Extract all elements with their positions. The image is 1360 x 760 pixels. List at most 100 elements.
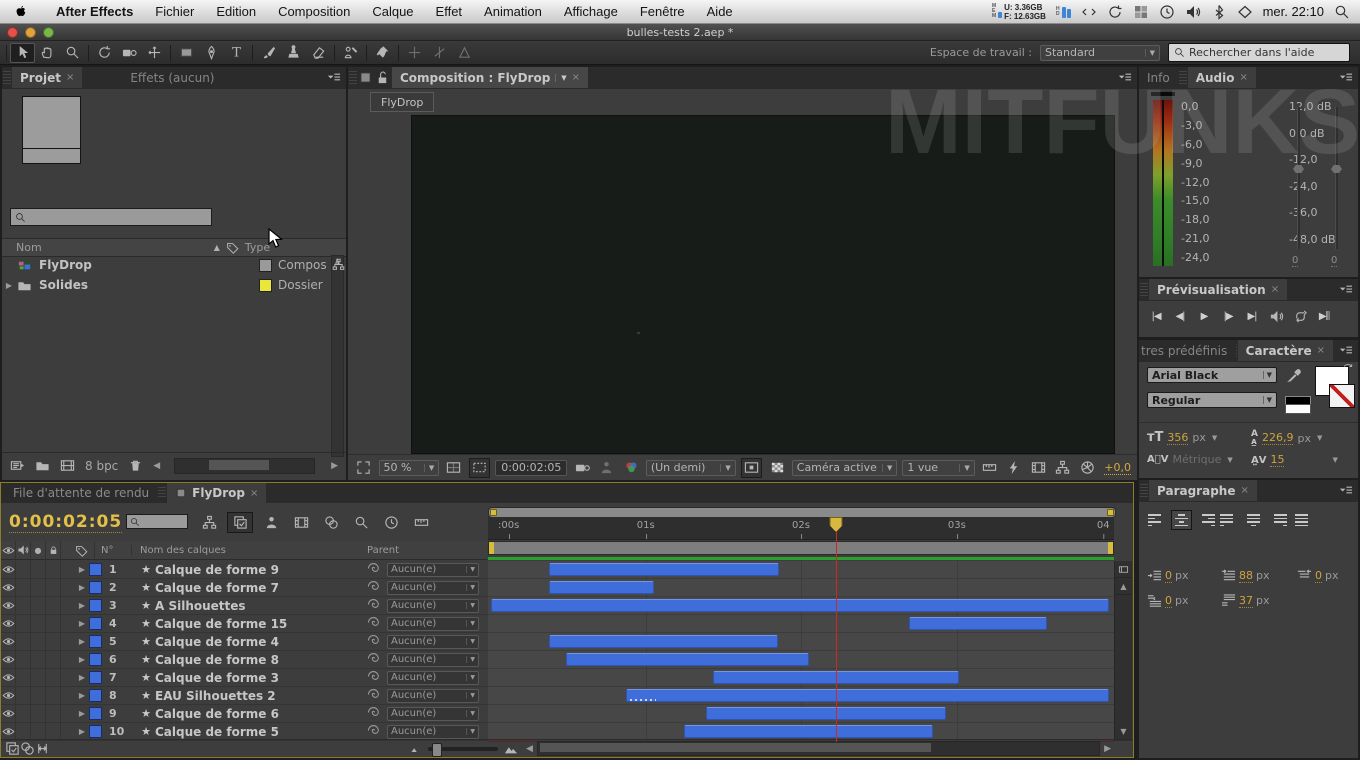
layer-row-4[interactable]: ▶ 4 ★ Calque de forme 15 Aucun(e)▼ <box>1 615 487 633</box>
layer-track-3[interactable] <box>488 597 1114 615</box>
layer-lock-cell[interactable] <box>46 651 61 668</box>
project-vertical-scrollbar[interactable]: ▲ <box>331 255 344 457</box>
layer-expand-arrow[interactable]: ▶ <box>75 691 89 700</box>
audio-right-level-value[interactable]: 0 <box>1331 255 1337 267</box>
work-area-end-handle[interactable] <box>1108 542 1113 554</box>
layer-audio-cell[interactable] <box>16 579 31 596</box>
snapshot-icon[interactable] <box>575 460 590 475</box>
tab-caractere[interactable]: Caractère× <box>1238 340 1333 361</box>
align-left-button[interactable] <box>1147 510 1168 530</box>
parent-dropdown[interactable]: Aucun(e)▼ <box>387 599 479 613</box>
menu-calque[interactable]: Calque <box>361 0 424 23</box>
layer-name[interactable]: Calque de forme 3 <box>155 671 367 685</box>
layer-visibility-icon[interactable] <box>2 617 15 630</box>
tab-paragraphe[interactable]: Paragraphe× <box>1149 480 1257 501</box>
magnification-dropdown[interactable]: 50 %▼ <box>379 460 440 476</box>
project-item-flydrop[interactable]: FlyDrop Compos <box>2 255 346 275</box>
layer-name[interactable]: EAU Silhouettes 2 <box>155 689 367 703</box>
layer-track-6[interactable] <box>488 651 1114 669</box>
layer-name[interactable]: Calque de forme 6 <box>155 707 367 721</box>
draft-3d-button[interactable] <box>259 513 283 532</box>
shy-layers-button[interactable] <box>227 512 253 533</box>
time-ruler[interactable]: :00s01s02s03s04 <box>488 517 1114 540</box>
font-size-value[interactable]: 356 <box>1167 431 1188 445</box>
leading-value[interactable]: 226,9 <box>1262 431 1294 445</box>
ruler-grid-icon[interactable] <box>982 460 997 475</box>
pick-whip-icon[interactable] <box>367 615 381 629</box>
layer-expand-arrow[interactable]: ▶ <box>75 709 89 718</box>
space-after-value[interactable]: 37 <box>1239 594 1253 608</box>
layer-expand-arrow[interactable]: ▶ <box>75 727 89 736</box>
frame-blending-button[interactable] <box>289 513 313 532</box>
expand-inout-icon[interactable] <box>35 741 50 756</box>
menu-animation[interactable]: Animation <box>473 0 553 23</box>
layer-duration-bar[interactable] <box>684 725 933 738</box>
panel-menu-icon[interactable] <box>1338 343 1353 358</box>
layer-expand-arrow[interactable]: ▶ <box>75 565 89 574</box>
brush-tool[interactable] <box>256 43 281 63</box>
layer-audio-cell[interactable] <box>16 651 31 668</box>
tab-render-queue[interactable]: File d'attente de rendu <box>1 483 157 503</box>
pick-whip-icon[interactable] <box>367 705 381 719</box>
align-center-button[interactable] <box>1171 510 1192 530</box>
space-before-value[interactable]: 0 <box>1165 594 1172 608</box>
scroll-right-arrow[interactable]: ▶ <box>331 461 338 471</box>
close-window-button[interactable] <box>7 27 18 38</box>
layer-row-2[interactable]: ▶ 2 ★ Calque de forme 7 Aucun(e)▼ <box>1 579 487 597</box>
exposure-toggle-icon[interactable] <box>1080 460 1095 475</box>
layer-track-9[interactable] <box>488 705 1114 723</box>
layer-color-swatch[interactable] <box>89 581 102 594</box>
font-style-dropdown[interactable]: Regular▼ <box>1147 392 1277 408</box>
layer-lock-cell[interactable] <box>46 561 61 578</box>
layer-audio-cell[interactable] <box>16 687 31 704</box>
fast-preview-icon[interactable] <box>1006 460 1021 475</box>
layer-audio-cell[interactable] <box>16 633 31 650</box>
no-stroke-swatch[interactable] <box>1329 384 1355 408</box>
color-depth-button[interactable]: 8 bpc <box>85 459 118 473</box>
layer-row-6[interactable]: ▶ 6 ★ Calque de forme 8 Aucun(e)▼ <box>1 651 487 669</box>
pick-whip-icon[interactable] <box>367 723 381 737</box>
comp-marker-bin-icon[interactable] <box>1118 564 1129 575</box>
pick-whip-icon[interactable] <box>367 633 381 647</box>
scroll-left-arrow[interactable]: ◀ <box>153 461 160 471</box>
layer-visibility-icon[interactable] <box>2 671 15 684</box>
target-region-icon[interactable] <box>744 460 759 475</box>
layer-visibility-icon[interactable] <box>2 581 15 594</box>
panel-menu-icon[interactable] <box>326 70 341 85</box>
eraser-tool[interactable] <box>306 43 331 63</box>
parent-dropdown[interactable]: Aucun(e)▼ <box>387 671 479 685</box>
audio-left-level-value[interactable]: 0 <box>1292 255 1298 267</box>
kerning-value[interactable]: Métrique <box>1172 453 1221 466</box>
layer-duration-bar[interactable] <box>491 599 1109 612</box>
layer-solo-cell[interactable] <box>31 633 46 650</box>
layer-row-3[interactable]: ▶ 3 ★ A Silhouettes Aucun(e)▼ <box>1 597 487 615</box>
parent-dropdown[interactable]: Aucun(e)▼ <box>387 653 479 667</box>
transparency-grid-icon[interactable] <box>770 460 785 475</box>
layer-expand-arrow[interactable]: ▶ <box>75 637 89 646</box>
spotlight-icon[interactable] <box>1334 4 1350 20</box>
scroll-up-button[interactable]: ▲ <box>1115 578 1132 595</box>
font-family-dropdown[interactable]: Arial Black▼ <box>1147 367 1277 383</box>
layer-duration-bar[interactable] <box>549 635 778 648</box>
work-area-bar[interactable] <box>488 541 1114 555</box>
layer-name[interactable]: A Silhouettes <box>155 599 367 613</box>
lock-panel-icon[interactable] <box>375 70 390 85</box>
auto-keyframe-button[interactable] <box>379 513 403 532</box>
layer-color-swatch[interactable] <box>89 617 102 630</box>
project-horizontal-scrollbar[interactable] <box>174 458 315 474</box>
layer-row-7[interactable]: ▶ 7 ★ Calque de forme 3 Aucun(e)▼ <box>1 669 487 687</box>
work-area-start-handle[interactable] <box>489 542 494 554</box>
previous-frame-button[interactable]: ◀| <box>1169 307 1191 325</box>
layer-row-9[interactable]: ▶ 9 ★ Calque de forme 6 Aucun(e)▼ <box>1 705 487 723</box>
parent-dropdown[interactable]: Aucun(e)▼ <box>387 725 479 739</box>
minimize-window-button[interactable] <box>25 27 36 38</box>
layer-color-swatch[interactable] <box>89 599 102 612</box>
justify-last-left-button[interactable] <box>1219 510 1240 530</box>
layer-expand-arrow[interactable]: ▶ <box>75 619 89 628</box>
timeline-horizontal-scrollbar[interactable] <box>537 741 1100 756</box>
layer-expand-arrow[interactable]: ▶ <box>75 673 89 682</box>
bluetooth-status-icon[interactable] <box>1211 4 1227 20</box>
layer-color-swatch[interactable] <box>89 653 102 666</box>
tracking-value[interactable]: 15 <box>1270 453 1284 467</box>
menu-edition[interactable]: Edition <box>205 0 267 23</box>
